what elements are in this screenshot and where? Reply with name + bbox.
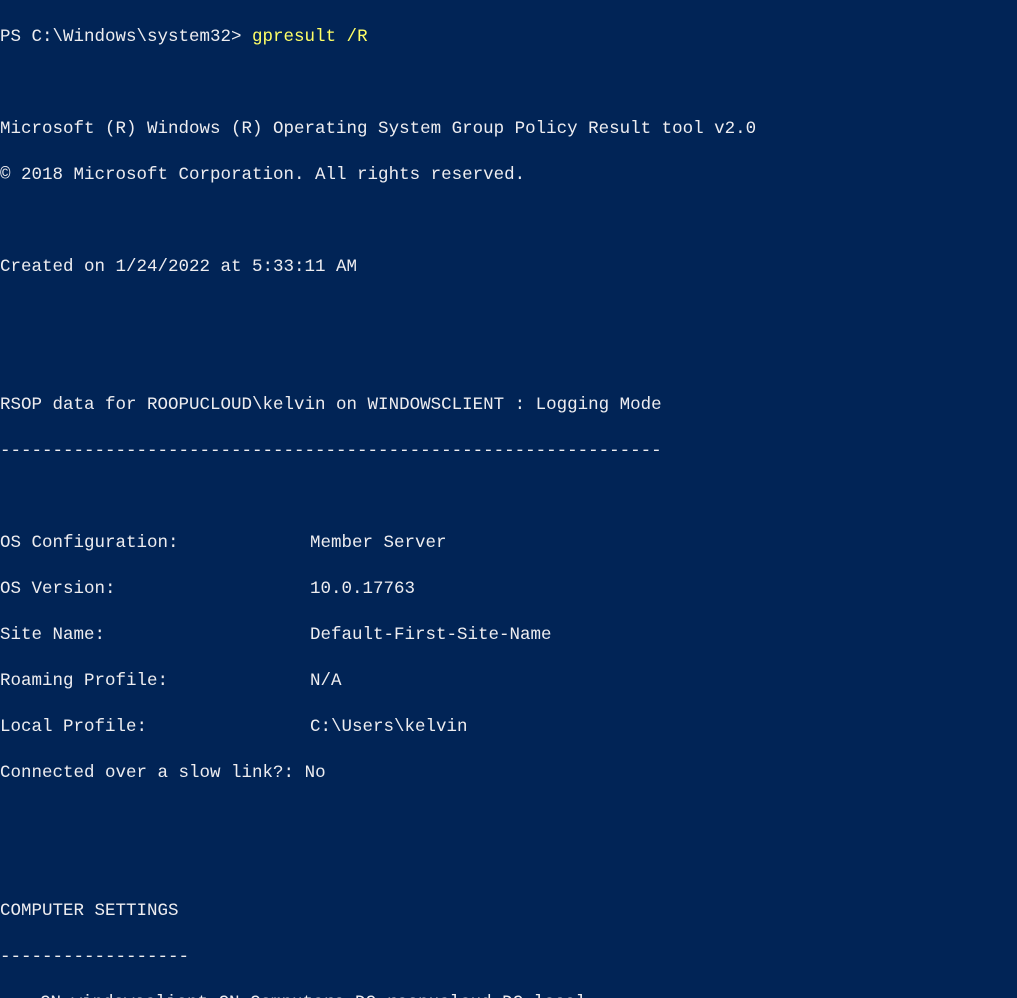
os-version-label: OS Version: [0, 579, 116, 599]
site-name-row: Site Name: Default-First-Site-Name [0, 624, 1017, 647]
slow-link-row: Connected over a slow link?: No [0, 762, 1017, 785]
computer-settings-heading: COMPUTER SETTINGS [0, 900, 1017, 923]
slow-link-value: No [305, 763, 326, 783]
tool-header-1: Microsoft (R) Windows (R) Operating Syst… [0, 118, 1017, 141]
os-config-value: Member Server [310, 532, 447, 555]
cn-line: CN=windowsclient,CN=Computers,DC=roopucl… [0, 992, 1017, 998]
slow-link-label: Connected over a slow link?: [0, 763, 305, 783]
roaming-profile-row: Roaming Profile: N/A [0, 670, 1017, 693]
os-version-row: OS Version: 10.0.17763 [0, 578, 1017, 601]
os-config-label: OS Configuration: [0, 533, 179, 553]
command-text: gpresult /R [252, 27, 368, 47]
site-name-label: Site Name: [0, 625, 105, 645]
roaming-profile-label: Roaming Profile: [0, 671, 168, 691]
prompt-text: PS C:\Windows\system32> [0, 27, 252, 47]
local-profile-label: Local Profile: [0, 717, 147, 737]
site-name-value: Default-First-Site-Name [310, 624, 552, 647]
os-config-row: OS Configuration: Member Server [0, 532, 1017, 555]
prompt-line: PS C:\Windows\system32> gpresult /R [0, 26, 1017, 49]
tool-header-2: © 2018 Microsoft Corporation. All rights… [0, 164, 1017, 187]
created-on: Created on ‎1/‎24/‎2022 at 5:33:11 AM [0, 256, 1017, 279]
local-profile-value: C:\Users\kelvin [310, 716, 468, 739]
rsop-title: RSOP data for ROOPUCLOUD\kelvin on WINDO… [0, 394, 1017, 417]
computer-settings-underline: ------------------ [0, 946, 1017, 969]
roaming-profile-value: N/A [310, 670, 342, 693]
local-profile-row: Local Profile: C:\Users\kelvin [0, 716, 1017, 739]
rsop-underline: ----------------------------------------… [0, 440, 1017, 463]
os-version-value: 10.0.17763 [310, 578, 415, 601]
terminal-output[interactable]: PS C:\Windows\system32> gpresult /R Micr… [0, 0, 1017, 998]
